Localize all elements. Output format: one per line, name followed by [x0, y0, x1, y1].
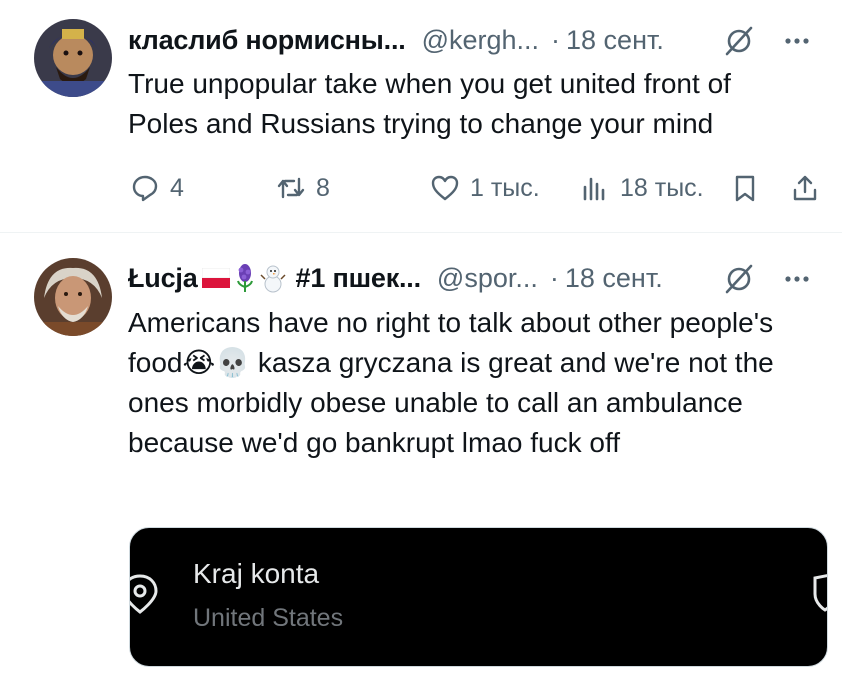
bookmark-icon: [735, 175, 755, 202]
timestamp[interactable]: 18 сент.: [565, 263, 663, 294]
views-count: 18 тыс.: [620, 173, 704, 202]
shield-icon: [813, 574, 827, 612]
tweet-actions: 4 8 1 тыс. 18 тыс.: [128, 166, 826, 210]
bookmark-button[interactable]: [730, 166, 770, 210]
avatar[interactable]: [34, 19, 112, 97]
card-subtitle: United States: [193, 604, 344, 632]
repost-button[interactable]: 8: [276, 166, 330, 210]
like-button[interactable]: 1 тыс.: [430, 166, 540, 210]
grok-icon[interactable]: [722, 24, 756, 58]
repost-count: 8: [316, 173, 330, 202]
repost-icon: [277, 177, 305, 199]
heart-icon: [431, 175, 459, 201]
account-location-card[interactable]: Kraj konta United States: [129, 527, 828, 667]
tweet[interactable]: Łucja #1 пшек... @spor... · 18 сент. Ame…: [0, 233, 842, 690]
tweet-text: Americans have no right to talk about ot…: [128, 307, 774, 458]
tweet-header: класлиб нормисны... @kergh... · 18 сент.: [128, 20, 826, 60]
tweet[interactable]: класлиб нормисны... @kergh... · 18 сент.…: [0, 0, 842, 233]
reply-icon: [132, 175, 158, 202]
views-icon: [583, 177, 605, 201]
author-handle[interactable]: @spor...: [437, 263, 538, 294]
author-name-suffix[interactable]: #1 пшек...: [296, 263, 422, 294]
separator-dot: ·: [549, 262, 559, 293]
tweet-text: True unpopular take when you get united …: [128, 68, 731, 139]
reply-button[interactable]: 4: [130, 166, 184, 210]
timestamp[interactable]: 18 сент.: [566, 25, 664, 56]
flag-poland-icon: [201, 268, 230, 288]
more-options-icon[interactable]: [780, 24, 814, 58]
views-button[interactable]: 18 тыс.: [580, 166, 704, 210]
author-handle[interactable]: @kergh...: [422, 25, 539, 56]
author-name[interactable]: Łucja: [128, 263, 198, 294]
reply-count: 4: [170, 173, 184, 202]
author-name[interactable]: класлиб нормисны...: [128, 25, 406, 56]
share-icon: [793, 175, 817, 201]
tweet-header: Łucja #1 пшек... @spor... · 18 сент.: [128, 258, 826, 298]
share-button[interactable]: [790, 166, 830, 210]
hyacinth-icon: [236, 264, 253, 292]
location-pin-icon: [130, 574, 158, 614]
snowman-icon: [260, 265, 286, 293]
like-count: 1 тыс.: [470, 173, 540, 202]
more-options-icon[interactable]: [780, 262, 814, 296]
grok-icon[interactable]: [722, 262, 756, 296]
avatar[interactable]: [34, 258, 112, 336]
card-title: Kraj konta: [193, 558, 320, 589]
separator-dot: ·: [551, 24, 561, 55]
